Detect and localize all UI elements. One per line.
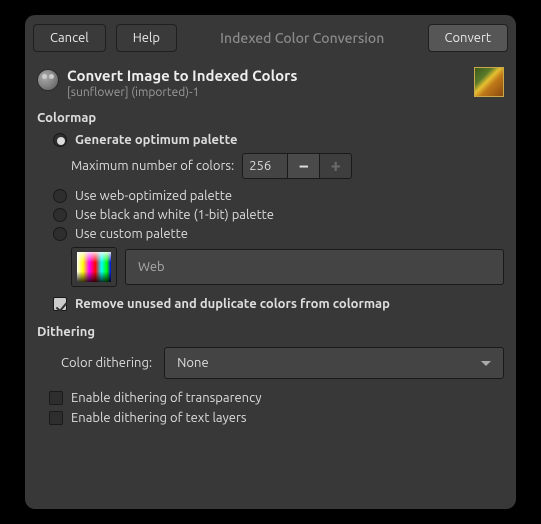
checkbox-icon	[49, 411, 63, 425]
radio-label: Use black and white (1-bit) palette	[75, 208, 274, 222]
checkbox-label: Enable dithering of text layers	[71, 411, 247, 425]
checkbox-label: Enable dithering of transparency	[71, 391, 262, 405]
app-icon	[37, 69, 59, 91]
image-thumbnail	[474, 67, 504, 97]
dropdown-value: None	[177, 356, 209, 370]
max-colors-label: Maximum number of colors:	[71, 159, 234, 173]
radio-web-optimized[interactable]: Use web-optimized palette	[53, 189, 504, 203]
spin-increment-button[interactable]: +	[320, 153, 352, 179]
header-subtitle: [sunflower] (imported)-1	[67, 86, 466, 99]
convert-button[interactable]: Convert	[428, 24, 509, 52]
radio-label: Use web-optimized palette	[75, 189, 232, 203]
radio-custom-palette[interactable]: Use custom palette	[53, 227, 504, 241]
checkbox-icon	[53, 297, 67, 311]
header-title: Convert Image to Indexed Colors	[67, 67, 466, 84]
max-colors-spinbox: − +	[242, 153, 352, 179]
spin-decrement-button[interactable]: −	[288, 153, 320, 179]
header-text: Convert Image to Indexed Colors [sunflow…	[67, 67, 466, 99]
palette-name-field[interactable]: Web	[125, 249, 504, 285]
dialog-content: Convert Image to Indexed Colors [sunflow…	[25, 61, 516, 443]
radio-label: Generate optimum palette	[75, 133, 238, 147]
help-button[interactable]: Help	[116, 24, 177, 52]
color-dithering-label: Color dithering:	[61, 356, 152, 370]
dithering-options: Color dithering: None Enable dithering o…	[37, 347, 504, 425]
radio-generate-optimum[interactable]: Generate optimum palette	[53, 133, 504, 147]
colormap-options: Generate optimum palette Maximum number …	[37, 133, 504, 311]
max-colors-row: Maximum number of colors: − +	[71, 153, 504, 179]
radio-icon	[53, 227, 67, 241]
radio-icon	[53, 189, 67, 203]
max-colors-input[interactable]	[242, 153, 288, 179]
palette-swatch-icon	[77, 252, 111, 282]
dithering-section-title: Dithering	[37, 325, 504, 339]
radio-icon	[53, 133, 67, 147]
radio-label: Use custom palette	[75, 227, 188, 241]
checkbox-label: Remove unused and duplicate colors from …	[75, 297, 390, 311]
color-dithering-dropdown[interactable]: None	[164, 347, 504, 379]
color-dithering-row: Color dithering: None	[61, 347, 504, 379]
dither-text-layers-checkbox-row[interactable]: Enable dithering of text layers	[49, 411, 504, 425]
palette-swatch-button[interactable]	[71, 247, 117, 287]
radio-icon	[53, 208, 67, 222]
titlebar: Cancel Help Indexed Color Conversion Con…	[25, 15, 516, 61]
chevron-down-icon	[481, 361, 491, 366]
cancel-button[interactable]: Cancel	[33, 24, 106, 52]
dialog-title: Indexed Color Conversion	[187, 30, 418, 46]
custom-palette-row: Web	[71, 247, 504, 287]
colormap-section-title: Colormap	[37, 111, 504, 125]
dialog-window: Cancel Help Indexed Color Conversion Con…	[25, 15, 516, 509]
radio-black-white[interactable]: Use black and white (1-bit) palette	[53, 208, 504, 222]
header-row: Convert Image to Indexed Colors [sunflow…	[37, 67, 504, 99]
checkbox-icon	[49, 391, 63, 405]
remove-unused-checkbox-row[interactable]: Remove unused and duplicate colors from …	[53, 297, 504, 311]
dither-transparency-checkbox-row[interactable]: Enable dithering of transparency	[49, 391, 504, 405]
